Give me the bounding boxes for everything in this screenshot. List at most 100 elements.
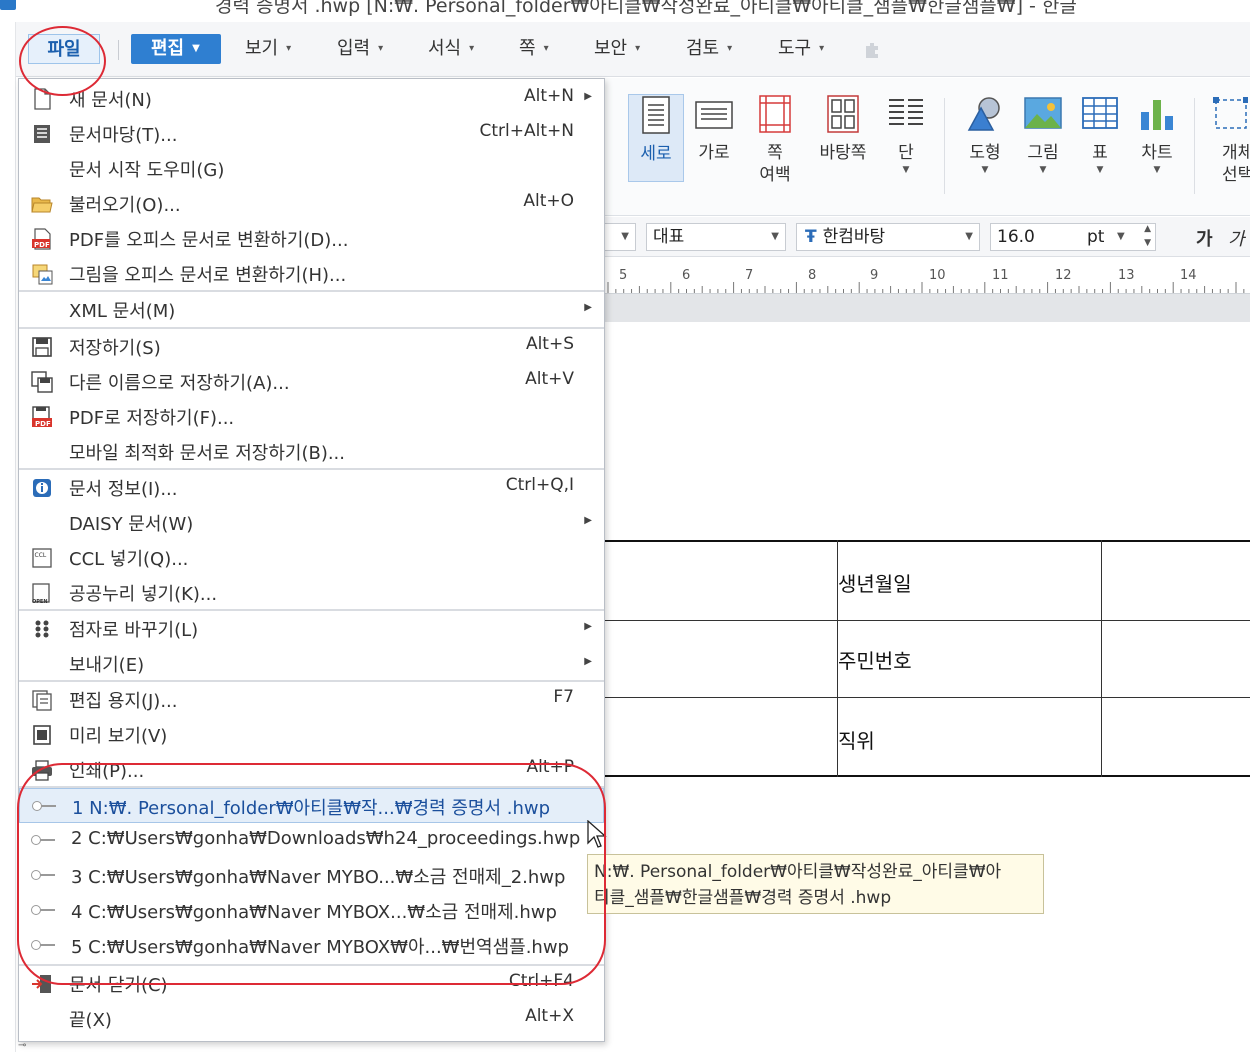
document-table[interactable]: 생년월일 주민번호 직위 xyxy=(600,540,1250,777)
spinner-icon[interactable]: ▲ ▼ xyxy=(1144,222,1151,250)
menu-view-label: 보기 xyxy=(245,38,279,59)
menu-item-new-document[interactable]: 새 문서(N) Alt+N ▶ xyxy=(19,81,604,116)
picture-button[interactable]: 그림 ▼ xyxy=(1020,94,1066,204)
menu-format[interactable]: 서식 ▾ xyxy=(428,34,474,64)
paragraph-style-dropdown-edge[interactable]: ▼ xyxy=(600,223,636,251)
menu-item-shortcut: Alt+N xyxy=(524,86,574,106)
menu-tools[interactable]: 도구 ▾ xyxy=(778,34,824,64)
ribbon-label: 그림 xyxy=(1027,143,1059,163)
portrait-page-icon xyxy=(642,96,670,134)
columns-icon xyxy=(889,99,923,125)
portrait-button[interactable]: 세로 xyxy=(628,94,684,182)
menu-item-page-setup[interactable]: 편집 용지(J)... F7 xyxy=(19,682,604,717)
menu-item-save[interactable]: 저장하기(S) Alt+S xyxy=(19,329,604,364)
master-page-button[interactable]: 바탕쪽 xyxy=(814,94,872,204)
menu-page-label: 쪽 xyxy=(519,38,536,59)
menu-security[interactable]: 보안 ▾ xyxy=(594,34,640,64)
ribbon-label-2: 여백 xyxy=(759,165,791,185)
font-size-input[interactable]: 16.0 pt ▼ ▲ ▼ xyxy=(990,223,1156,251)
menu-item-label: CCL 넣기(Q)... xyxy=(69,549,189,570)
menu-tools-label: 도구 xyxy=(778,38,812,59)
chevron-down-icon: ▼ xyxy=(1153,165,1161,175)
style-value: 대표 xyxy=(653,227,685,247)
table-cell-label[interactable]: 직위 xyxy=(838,725,875,754)
italic-button[interactable]: 가 xyxy=(1228,225,1245,251)
menu-edit-label: 편집 xyxy=(151,38,185,59)
select-object-button[interactable]: 개체 선택 xyxy=(1206,94,1250,204)
menu-view[interactable]: 보기 ▾ xyxy=(245,34,291,64)
menu-edit[interactable]: 편집 ▼ xyxy=(131,34,221,64)
chevron-down-icon: ▾ xyxy=(635,43,641,54)
ribbon-label: 쪽 xyxy=(767,143,783,163)
menu-item-braille[interactable]: 점자로 바꾸기(L) ▶ xyxy=(19,611,604,646)
menu-review[interactable]: 검토 ▾ xyxy=(686,34,732,64)
submenu-arrow-icon: ▶ xyxy=(584,621,592,632)
menu-item-open[interactable]: 불러오기(O)... Alt+O xyxy=(19,186,604,221)
page-setup-icon xyxy=(32,690,52,711)
page-margin-button[interactable]: 쪽 여백 xyxy=(750,94,800,204)
font-select[interactable]: Ŧ 한컴바탕 ▼ xyxy=(796,223,980,251)
menu-item-shortcut: Alt+V xyxy=(525,369,574,389)
chevron-down-icon: ▼ xyxy=(1039,165,1047,175)
puzzle-icon[interactable] xyxy=(862,40,882,60)
menu-item-shortcut: Alt+S xyxy=(525,334,574,354)
horizontal-ruler[interactable]: 5 6 7 8 9 10 11 12 13 14 xyxy=(600,258,1250,294)
menu-item-shortcut: Ctrl+Q,I xyxy=(505,475,574,495)
menu-item-xml-document[interactable]: XML 문서(M) ▶ xyxy=(19,292,604,327)
ruler-number: 12 xyxy=(1055,268,1072,283)
menu-item-label: 점자로 바꾸기(L) xyxy=(69,620,199,641)
chevron-down-icon: ▾ xyxy=(727,43,733,54)
menu-item-save-pdf[interactable]: PDF PDF로 저장하기(F)... xyxy=(19,399,604,434)
menu-item-open-license[interactable]: OPEN 공공누리 넣기(K)... xyxy=(19,575,604,610)
menu-item-preview[interactable]: 미리 보기(V) xyxy=(19,717,604,752)
landscape-button[interactable]: 가로 xyxy=(692,94,736,204)
menu-item-document-info[interactable]: 문서 정보(I)... Ctrl+Q,I xyxy=(19,470,604,505)
info-icon xyxy=(33,479,51,497)
menu-item-save-as[interactable]: 다른 이름으로 저장하기(A)... Alt+V xyxy=(19,364,604,399)
table-button[interactable]: 표 ▼ xyxy=(1080,94,1120,204)
image-convert-icon xyxy=(32,264,53,285)
style-select[interactable]: 대표 ▼ xyxy=(646,223,786,251)
ruler-number: 11 xyxy=(992,268,1009,283)
menu-item-save-mobile[interactable]: 모바일 최적화 문서로 저장하기(B)... xyxy=(19,434,604,469)
ruler-number: 13 xyxy=(1118,268,1135,283)
save-icon xyxy=(32,337,52,357)
ribbon-label: 세로 xyxy=(640,144,672,164)
submenu-arrow-icon: ▶ xyxy=(584,91,592,102)
columns-button[interactable]: 단 ▼ xyxy=(884,94,928,204)
menu-page[interactable]: 쪽 ▾ xyxy=(519,34,549,64)
shape-button[interactable]: 도형 ▼ xyxy=(960,94,1010,204)
menu-item-templates[interactable]: 문서마당(T)... Ctrl+Alt+N xyxy=(19,116,604,151)
tooltip-line: N:₩. Personal_folder₩아티클₩작성완료_아티클₩아 xyxy=(594,862,1002,882)
menu-insert-label: 입력 xyxy=(337,38,371,59)
chevron-down-icon: ▼ xyxy=(621,231,629,242)
ccl-icon: CCL xyxy=(32,548,52,568)
chevron-down-icon: ▼ xyxy=(1117,231,1125,242)
table-border xyxy=(600,775,1250,777)
menu-item-exit[interactable]: 끝(X) Alt+X xyxy=(19,1001,604,1036)
chevron-down-icon: ▾ xyxy=(819,43,825,54)
menu-item-label: 불러오기(O)... xyxy=(69,195,181,216)
chevron-down-icon: ▼ xyxy=(981,165,989,175)
menu-divider xyxy=(118,40,119,60)
format-toolbar: ▼ 대표 ▼ Ŧ 한컴바탕 ▼ 16.0 pt ▼ ▲ ▼ 가 가 xyxy=(600,217,1250,257)
menu-item-ccl[interactable]: CCL CCL 넣기(Q)... xyxy=(19,540,604,575)
menu-item-label: 그림을 오피스 문서로 변환하기(H)... xyxy=(69,265,347,286)
save-as-icon xyxy=(31,371,53,393)
menu-item-daisy[interactable]: DAISY 문서(W) ▶ xyxy=(19,505,604,540)
chevron-down-icon: ▾ xyxy=(378,43,384,54)
menu-item-send[interactable]: 보내기(E) ▶ xyxy=(19,646,604,681)
table-cell-label[interactable]: 생년월일 xyxy=(838,568,912,597)
menu-insert[interactable]: 입력 ▾ xyxy=(337,34,383,64)
chart-button[interactable]: 차트 ▼ xyxy=(1134,94,1180,204)
menu-item-start-wizard[interactable]: 문서 시작 도우미(G) xyxy=(19,151,604,186)
save-pdf-icon: PDF xyxy=(32,406,52,428)
bold-button[interactable]: 가 xyxy=(1196,225,1213,251)
ruler-number: 8 xyxy=(808,268,817,283)
menu-item-image-convert[interactable]: 그림을 오피스 문서로 변환하기(H)... xyxy=(19,256,604,291)
open-folder-icon xyxy=(31,197,53,213)
chevron-down-icon: ▾ xyxy=(543,43,549,54)
table-cell-label[interactable]: 주민번호 xyxy=(838,645,912,674)
menu-item-pdf-convert[interactable]: PDF PDF를 오피스 문서로 변환하기(D)... xyxy=(19,221,604,256)
menu-item-label: 공공누리 넣기(K)... xyxy=(69,584,218,605)
